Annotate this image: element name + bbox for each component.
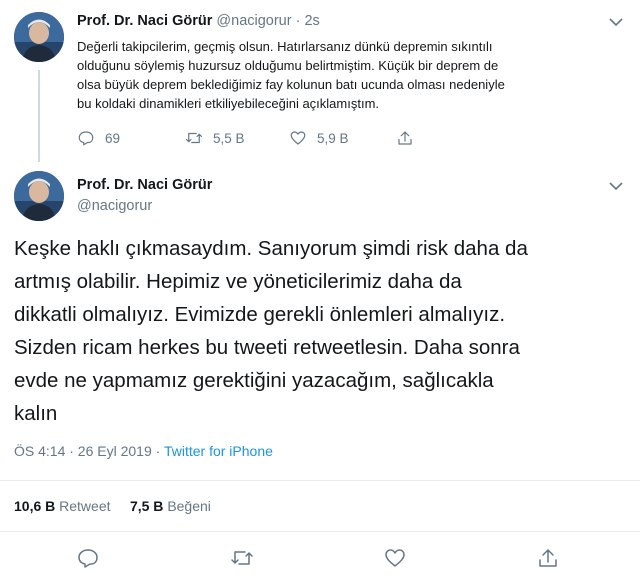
retweet-button[interactable] — [230, 546, 254, 570]
reply-button[interactable]: 69 — [77, 129, 120, 147]
retweet-label: Retweet — [59, 498, 111, 514]
tweet2-line: artmış olabilir. Hepimiz ve yöneticileri… — [14, 270, 462, 293]
divider — [0, 480, 640, 481]
divider — [0, 531, 640, 532]
share-button[interactable] — [536, 546, 560, 570]
share-button[interactable] — [396, 129, 414, 147]
heart-icon — [290, 131, 306, 145]
tweet2-line: Keşke haklı çıkmasaydım. Sanıyorum şimdi… — [14, 237, 528, 260]
tweet-meta: ÖS 4:14 · 26 Eyl 2019 · Twitter for iPho… — [14, 443, 273, 459]
tweet1-line: Değerli takipcilerim, geçmiş olsun. Hatı… — [77, 39, 493, 54]
display-name[interactable]: Prof. Dr. Naci Görür — [77, 13, 212, 29]
retweet-button[interactable]: 5,5 B — [185, 129, 245, 147]
tweet1-text: Değerli takipcilerim, geçmiş olsun. Hatı… — [77, 37, 622, 113]
engagement-stats: 10,6 B Retweet 7,5 B Beğeni — [14, 498, 211, 514]
tweet2-line: evde ne yapmamız gerektiğini yazacağım, … — [14, 369, 494, 392]
avatar[interactable] — [14, 12, 64, 62]
share-icon — [539, 549, 557, 567]
like-button[interactable] — [383, 546, 407, 570]
like-stat[interactable]: 7,5 B Beğeni — [130, 498, 211, 514]
display-name[interactable]: Prof. Dr. Naci Görür — [77, 177, 212, 193]
retweet-count: 5,5 B — [213, 130, 245, 146]
tweet2-line: dikkatli olmalıyız. Evimizde gerekli önl… — [14, 303, 506, 326]
source-link[interactable]: Twitter for iPhone — [164, 443, 273, 459]
tweet1-line: bu koldaki dinamikleri etkiliyebileceğin… — [77, 96, 380, 111]
retweet-icon — [185, 132, 203, 144]
retweet-icon — [231, 551, 253, 565]
share-icon — [398, 131, 412, 145]
tweet2-display-name-row: Prof. Dr. Naci Görür — [77, 177, 212, 193]
reply-count: 69 — [105, 130, 121, 146]
like-label: Beğeni — [167, 498, 211, 514]
heart-icon — [385, 549, 405, 567]
tweet2-line: Sizden ricam herkes bu tweeti retweetles… — [14, 336, 520, 359]
avatar[interactable] — [14, 171, 64, 221]
timestamp[interactable]: ÖS 4:14 · 26 Eyl 2019 · — [14, 443, 164, 459]
retweet-stat[interactable]: 10,6 B Retweet — [14, 498, 111, 514]
reply-icon — [78, 549, 98, 568]
tweet1-line: olduğunu söylemiş huzursuz olduğumu beli… — [77, 58, 499, 73]
tweet-time[interactable]: 2s — [304, 13, 319, 29]
reply-button[interactable] — [76, 546, 100, 570]
like-count: 5,9 B — [317, 130, 349, 146]
tweet1-line: olsa büyük deprem beklediğimiz fay kolun… — [77, 77, 505, 92]
thread-line — [38, 70, 40, 162]
like-total: 7,5 B — [129, 498, 164, 514]
chevron-down-icon[interactable] — [608, 179, 624, 191]
tweet1-header: Prof. Dr. Naci Görür @nacigorur · 2s — [77, 13, 320, 29]
user-handle[interactable]: @nacigorur — [77, 198, 152, 214]
chevron-down-icon[interactable] — [608, 15, 624, 27]
reply-icon — [78, 131, 94, 146]
retweet-total: 10,6 B — [14, 498, 56, 514]
separator: · — [291, 13, 305, 29]
user-handle[interactable]: @nacigorur — [216, 13, 291, 29]
tweet2-handle-row: @nacigorur — [77, 198, 152, 214]
tweet2-line: kalın — [14, 402, 58, 425]
like-button[interactable]: 5,9 B — [289, 129, 349, 147]
tweet2-text: Keşke haklı çıkmasaydım. Sanıyorum şimdi… — [14, 232, 629, 430]
